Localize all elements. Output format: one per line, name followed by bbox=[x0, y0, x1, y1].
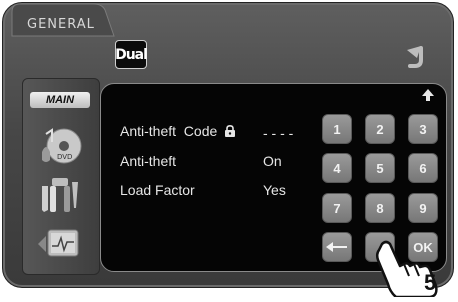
sidebar-item-tools[interactable] bbox=[36, 172, 84, 218]
dvd-disc-icon: DVD bbox=[42, 128, 82, 164]
lock-icon bbox=[225, 125, 236, 137]
keypad-key-7[interactable]: 7 bbox=[322, 193, 352, 223]
pointing-hand-overlay bbox=[370, 240, 450, 299]
keypad-key-9[interactable]: 9 bbox=[408, 193, 438, 223]
keypad-backspace-button[interactable] bbox=[322, 232, 352, 262]
keypad-key-5[interactable]: 5 bbox=[365, 153, 395, 183]
section-title: GENERAL bbox=[27, 17, 95, 32]
keypad-key-4[interactable]: 4 bbox=[322, 153, 352, 183]
setting-label-code: Anti-theft Code bbox=[120, 123, 218, 139]
setting-label-antitheft[interactable]: Anti-theft bbox=[120, 153, 176, 169]
setting-value-antitheft: On bbox=[263, 153, 282, 169]
pointing-hand-icon bbox=[375, 240, 438, 299]
tools-icon bbox=[42, 178, 78, 212]
keypad-key-2[interactable]: 2 bbox=[365, 114, 395, 144]
sidebar-item-display[interactable] bbox=[36, 224, 84, 264]
sidebar-item-dvd[interactable]: DVD bbox=[36, 122, 84, 168]
keypad-key-1[interactable]: 1 bbox=[322, 114, 352, 144]
brand-logo: Dual bbox=[115, 40, 148, 69]
step-number-label: 5 bbox=[424, 270, 437, 295]
keypad-key-8[interactable]: 8 bbox=[365, 193, 395, 223]
setting-label-loadfactor[interactable]: Load Factor bbox=[120, 182, 195, 198]
back-arrow-icon bbox=[407, 46, 423, 68]
back-button[interactable] bbox=[402, 44, 428, 70]
keypad-key-6[interactable]: 6 bbox=[408, 153, 438, 183]
monitor-icon bbox=[38, 229, 79, 257]
setting-value-code: - - - - bbox=[263, 125, 294, 141]
backspace-icon bbox=[326, 242, 347, 252]
setting-row-code[interactable]: Anti-theft Code bbox=[120, 123, 236, 139]
sidebar-main-tab[interactable]: MAIN bbox=[30, 92, 90, 108]
keypad-key-3[interactable]: 3 bbox=[408, 114, 438, 144]
setting-value-loadfactor: Yes bbox=[263, 182, 286, 198]
svg-text:DVD: DVD bbox=[57, 153, 72, 161]
scroll-up-icon[interactable] bbox=[422, 89, 434, 101]
